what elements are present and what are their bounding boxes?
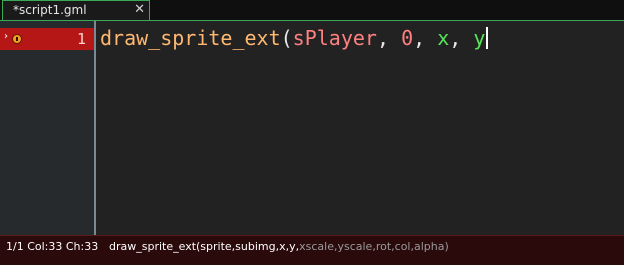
cursor-position: 1/1 Col:33 Ch:33 — [6, 240, 99, 253]
open-paren-token: ( — [280, 26, 293, 50]
gutter-divider — [94, 21, 96, 235]
function-signature-hint: draw_sprite_ext(sprite,subimg,x,y,xscale… — [109, 240, 449, 253]
text-caret — [486, 27, 489, 49]
line-number: 1 — [76, 30, 86, 48]
status-bar: 1/1 Col:33 Ch:33 draw_sprite_ext(sprite,… — [0, 235, 624, 265]
tab-script1[interactable]: *script1.gml ✕ — [2, 0, 150, 20]
comma-token: , — [376, 26, 402, 50]
editor-area[interactable]: › 1 draw_sprite_ext(sPlayer, 0, x, y — [0, 21, 624, 235]
code-line-1[interactable]: draw_sprite_ext(sPlayer, 0, x, y — [100, 26, 489, 50]
status-bar-border — [0, 235, 624, 236]
function-token: draw_sprite_ext — [100, 26, 281, 50]
line-gutter: › 1 — [0, 21, 94, 235]
code-editor-window: *script1.gml ✕ › 1 draw_sprite_ext(sPlay… — [0, 0, 624, 265]
number-token: 0 — [401, 26, 414, 50]
tab-bar: *script1.gml ✕ — [0, 0, 624, 21]
signature-required-args: draw_sprite_ext(sprite,subimg,x,y, — [109, 240, 300, 253]
tab-label: *script1.gml — [13, 3, 87, 17]
variable-token-y: y — [473, 26, 486, 50]
comma-token: , — [413, 26, 438, 50]
comma-token: , — [449, 26, 474, 50]
breakpoint-error-icon[interactable] — [12, 34, 22, 44]
resource-token: sPlayer — [292, 26, 377, 50]
signature-optional-args: xscale,yscale,rot,col,alpha — [299, 240, 445, 253]
current-line-arrow-icon: › — [4, 31, 8, 42]
variable-token-x: x — [437, 26, 450, 50]
close-icon[interactable]: ✕ — [134, 2, 145, 18]
gutter-line-1[interactable]: › 1 — [0, 28, 94, 50]
signature-close: ) — [444, 240, 449, 253]
